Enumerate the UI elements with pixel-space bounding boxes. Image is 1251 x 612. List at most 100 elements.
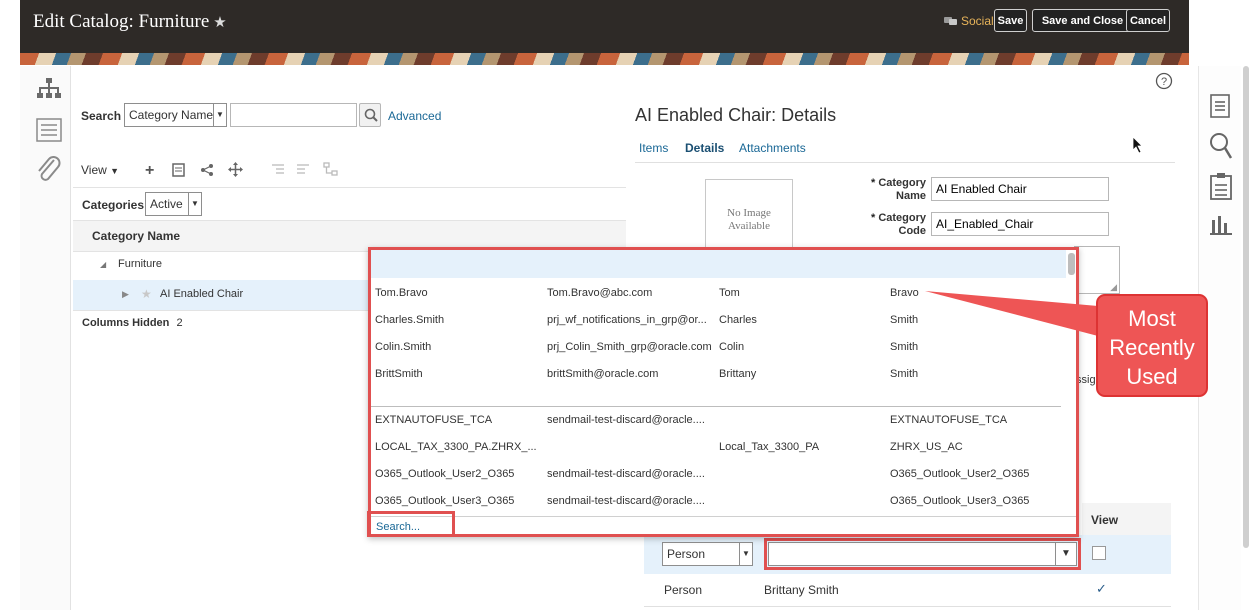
view-menu[interactable]: View ▼ (81, 163, 119, 177)
category-code-label-line1: Category (878, 212, 926, 224)
principal-name-select[interactable]: ▼ (768, 542, 1077, 566)
advanced-search-link[interactable]: Advanced (388, 109, 441, 123)
user-first-name: Local_Tax_3300_PA (719, 441, 820, 453)
access-row-name: Brittany Smith (764, 583, 839, 597)
search-icon (364, 108, 378, 122)
category-name-label-line2: Name (896, 190, 926, 202)
tab-attachments[interactable]: Attachments (739, 141, 806, 155)
access-table-row[interactable]: Person Brittany Smith ✓ (644, 574, 1171, 607)
tab-items[interactable]: Items (639, 141, 668, 155)
svg-text:?: ? (1161, 76, 1167, 88)
save-button[interactable]: Save (994, 9, 1027, 32)
expand-collapse-icon[interactable]: ◢ (100, 260, 106, 269)
left-rail (20, 66, 71, 610)
social-link[interactable]: Social (961, 14, 994, 28)
caret-down-icon: ▼ (110, 166, 120, 176)
clipboard-icon[interactable] (1210, 172, 1232, 203)
callout-line3: Used (1126, 364, 1178, 389)
columns-hidden-count: 2 (176, 317, 183, 329)
analytics-chart-icon[interactable] (1209, 212, 1233, 239)
category-name-input[interactable] (931, 177, 1109, 201)
columns-hidden-info: Columns Hidden 2 (82, 317, 183, 329)
move-icon[interactable] (228, 162, 243, 180)
star-icon[interactable]: ★ (141, 287, 152, 301)
outdent-icon[interactable] (296, 163, 310, 179)
user-email: prj_wf_notifications_in_grp@or... (547, 314, 707, 326)
header-banner (20, 53, 1189, 65)
callout-line2: Recently (1109, 335, 1195, 360)
details-icon[interactable] (172, 163, 185, 180)
user-email: Tom.Bravo@abc.com (547, 287, 653, 299)
social-icon[interactable] (944, 15, 958, 30)
search-label: Search (81, 109, 122, 123)
tree-row-label: AI Enabled Chair (160, 288, 244, 300)
no-image-line1: No Image (727, 207, 771, 219)
search-link-highlight (367, 511, 455, 537)
popup-scrollbar[interactable] (1068, 253, 1075, 275)
category-code-input[interactable] (931, 212, 1109, 236)
user-first-name: Colin (719, 341, 745, 353)
categories-status-select[interactable]: Active ▼ (145, 192, 202, 216)
hierarchy-edit-icon[interactable] (323, 162, 338, 180)
search-button[interactable] (359, 103, 381, 127)
chevron-down-icon: ▼ (213, 104, 226, 126)
toolbar-divider (73, 187, 626, 188)
save-and-close-button[interactable]: Save and Close (1032, 9, 1133, 32)
category-name-label: * Category Name (870, 177, 926, 202)
indent-icon[interactable] (271, 163, 285, 179)
hierarchy-icon[interactable] (36, 76, 62, 105)
search-field-value: Category Name (129, 108, 214, 122)
chevron-down-icon: ▼ (188, 193, 201, 215)
user-last-name: EXTNAUTOFUSE_TCA (890, 414, 1008, 426)
user-email: sendmail-test-discard@oracle.... (547, 495, 705, 507)
user-last-name: O365_Outlook_User2_O365 (890, 468, 1030, 480)
user-first-name: Tom (719, 287, 740, 299)
mouse-cursor-icon (1132, 136, 1144, 157)
tab-details[interactable]: Details (685, 141, 724, 155)
user-last-name: Smith (890, 368, 919, 380)
user-login: BrittSmith (375, 368, 423, 380)
user-login: Colin.Smith (375, 341, 432, 353)
view-column-header: View (1091, 513, 1119, 527)
document-icon[interactable] (1210, 94, 1230, 121)
principal-type-value: Person (667, 547, 706, 561)
popup-header-row (371, 250, 1066, 278)
columns-hidden-label: Columns Hidden (82, 317, 170, 329)
category-name-label-line1: Category (878, 177, 926, 189)
resize-handle-icon[interactable]: ◢ (1110, 282, 1117, 293)
expand-arrow-icon[interactable]: ▶ (122, 289, 129, 300)
user-login: EXTNAUTOFUSE_TCA (375, 414, 493, 426)
description-textarea[interactable]: ◢ (1074, 246, 1120, 294)
category-image-placeholder: No Image Available (705, 179, 793, 249)
page-header: Edit Catalog: Furniture ★ Social Save Sav… (20, 0, 1189, 53)
add-icon[interactable]: + (145, 162, 154, 180)
view-menu-label: View (81, 163, 107, 177)
page-scrollbar[interactable] (1243, 66, 1249, 548)
cancel-button[interactable]: Cancel (1126, 9, 1170, 32)
view-checkmark-icon: ✓ (1096, 581, 1107, 596)
search-field-select[interactable]: Category Name ▼ (124, 103, 227, 127)
most-recently-used-callout: Most Recently Used (1096, 294, 1208, 397)
favorite-star-icon[interactable]: ★ (213, 15, 226, 31)
view-checkbox[interactable] (1092, 546, 1106, 560)
category-code-label: * Category Code (870, 212, 926, 237)
tabs-divider (635, 162, 1175, 163)
principal-type-select[interactable]: Person ▼ (662, 542, 753, 566)
chevron-down-icon: ▼ (1055, 543, 1076, 565)
view-column-header-cell: View (1082, 503, 1171, 535)
share-icon[interactable] (200, 163, 214, 180)
category-name-column-header[interactable]: Category Name (92, 229, 180, 243)
user-email: prj_Colin_Smith_grp@oracle.com (547, 341, 712, 353)
help-icon[interactable]: ? (1155, 72, 1173, 93)
user-first-name: Brittany (719, 368, 757, 380)
categories-status-value: Active (150, 197, 183, 211)
list-view-icon[interactable] (36, 118, 62, 145)
search-icon[interactable] (1209, 132, 1233, 163)
user-login: O365_Outlook_User2_O365 (375, 468, 515, 480)
page-title: Edit Catalog: Furniture ★ (33, 11, 227, 33)
search-input[interactable] (230, 103, 357, 127)
user-email: sendmail-test-discard@oracle.... (547, 468, 705, 480)
tree-row-label: Furniture (118, 258, 163, 270)
no-image-line2: Available (728, 220, 770, 232)
attachment-paperclip-icon[interactable] (34, 154, 62, 187)
